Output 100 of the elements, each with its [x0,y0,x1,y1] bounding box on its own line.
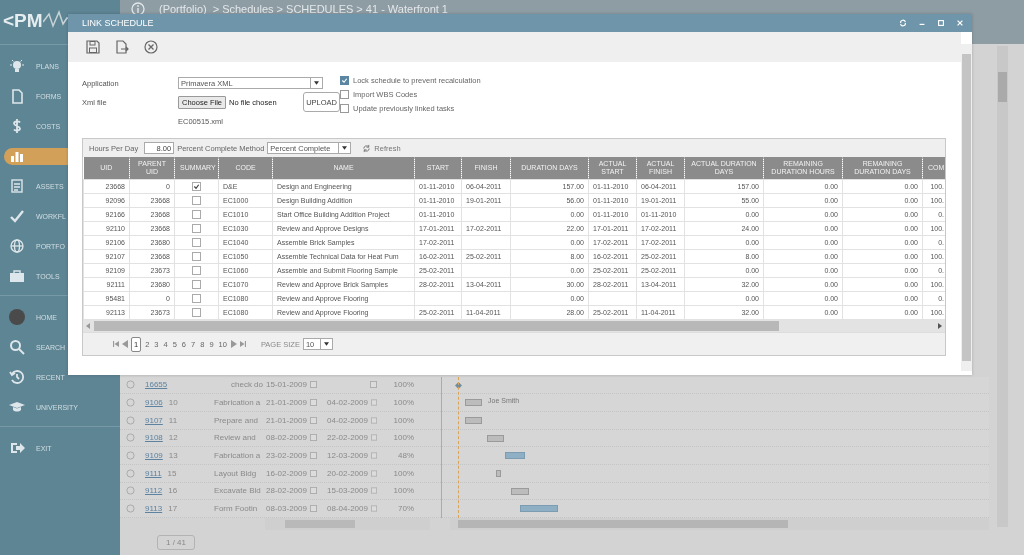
calendar-icon[interactable] [370,452,377,460]
gantt-bar [496,469,502,477]
page-indicator[interactable]: 1 / 41 [157,535,195,550]
summary-checkbox[interactable] [192,308,201,317]
previous-page-icon[interactable] [122,340,128,348]
percent-complete: 48% [397,451,415,461]
checkbox[interactable] [340,76,349,85]
calendar-icon[interactable] [370,399,377,407]
first-page-icon[interactable] [113,340,119,348]
dialog-title: LINK SCHEDULE [82,18,154,28]
info-icon[interactable] [131,2,145,16]
summary-checkbox[interactable] [192,280,201,289]
calendar-icon[interactable] [309,381,317,389]
summary-checkbox[interactable] [192,252,201,261]
percent-complete: 100% [392,468,415,478]
breadcrumb-link[interactable]: (Portfolio) [159,3,207,15]
task-name: Form Footin [214,504,258,514]
summary-checkbox[interactable] [192,210,201,219]
task-link[interactable]: 16655 [145,380,168,390]
finish-date: 04-02-2009 [327,415,368,425]
caret-icon [323,342,329,346]
refresh-icon[interactable] [899,19,907,27]
task-name: Prepare and [214,415,259,425]
finish-date: 04-02-2009 [327,398,368,408]
toolbox-icon [9,268,25,284]
start-date: 28-02-2009 [266,486,307,496]
summary-checkbox[interactable] [192,238,201,247]
calendar-icon[interactable] [309,434,317,442]
checkmark-icon [9,208,25,224]
maximize-icon[interactable] [937,19,945,27]
summary-checkbox[interactable] [192,266,201,275]
task-number: 10 [168,398,178,408]
task-link[interactable]: 9107 [145,415,163,425]
task-number: 16 [168,486,178,496]
task-link[interactable]: 9111 [145,468,162,478]
summary-checkbox[interactable] [192,182,201,191]
file-export-icon[interactable] [115,40,129,54]
cancel-icon[interactable] [144,40,158,54]
horizontal-scrollbar[interactable] [83,320,945,332]
calendar-icon[interactable] [309,399,317,407]
calendar-icon[interactable] [370,416,377,424]
scroll-left-icon[interactable] [86,323,90,329]
save-icon[interactable] [86,40,100,54]
bulb-icon [9,58,25,74]
task-number: 12 [168,433,178,443]
calendar-icon[interactable] [309,469,317,477]
history-icon [9,369,25,385]
task-link[interactable]: 9112 [145,486,163,496]
finish-date: 20-02-2009 [327,468,368,478]
vertical-scrollbar[interactable] [961,44,972,371]
gantt-bar [510,487,529,495]
list-icon [9,178,25,194]
gantt-bar [465,416,482,424]
caret-icon [342,146,348,150]
task-name: check do [231,380,264,390]
task-name: Fabrication a [214,398,261,408]
task-link[interactable]: 9106 [145,398,163,408]
last-page-icon[interactable] [239,340,246,348]
horizontal-scrollbar[interactable] [265,518,430,530]
task-link[interactable]: 9113 [145,504,163,514]
start-date: 21-01-2009 [266,398,307,408]
scroll-right-icon[interactable] [938,323,942,329]
calendar-icon[interactable] [309,505,317,513]
calendar-icon[interactable] [370,505,377,513]
calendar-icon[interactable] [309,416,317,424]
gantt-bar [504,452,526,460]
caret-icon [314,81,319,85]
task-link[interactable]: 9108 [145,433,163,443]
calendar-icon[interactable] [370,434,377,442]
task-link[interactable]: 9109 [145,451,163,461]
percent-complete: 70% [397,504,415,514]
task-name: Fabrication a [214,451,261,461]
globe-icon [9,238,25,254]
task-number: 11 [168,415,178,425]
refresh-icon [362,143,372,153]
checkbox[interactable] [340,90,349,99]
vertical-scrollbar[interactable] [997,46,1008,527]
gantt-bar [486,434,504,442]
milestone-icon [455,381,462,389]
start-date: 23-02-2009 [266,451,307,461]
summary-checkbox[interactable] [192,224,201,233]
calendar-icon[interactable] [309,487,317,495]
next-page-icon[interactable] [230,340,237,348]
calendar-icon[interactable] [309,452,317,460]
percent-complete: 100% [392,380,415,390]
start-date: 08-02-2009 [266,433,307,443]
close-icon[interactable] [956,19,964,27]
summary-checkbox[interactable] [192,294,201,303]
finish-date: 08-04-2009 [327,504,368,514]
summary-checkbox[interactable] [192,196,201,205]
calendar-icon[interactable] [370,469,377,477]
gantt-bar [520,505,558,513]
task-name: Review and [214,433,256,443]
calendar-icon[interactable] [370,381,377,389]
calendar-icon[interactable] [370,487,377,495]
finish-date: 22-02-2009 [327,433,368,443]
start-date: 16-02-2009 [266,468,307,478]
checkbox[interactable] [340,104,349,113]
task-number: 13 [168,451,178,461]
horizontal-scrollbar[interactable] [450,518,989,530]
